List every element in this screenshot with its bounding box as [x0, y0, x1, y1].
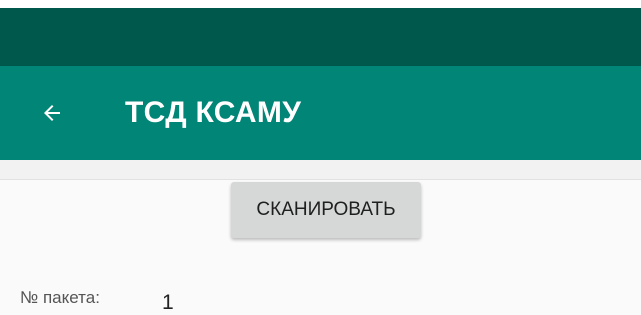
- app-title: ТСД КСАМУ: [125, 96, 302, 129]
- back-button[interactable]: [24, 88, 80, 138]
- package-number-value: 1: [162, 291, 174, 314]
- header-divider: [0, 160, 641, 180]
- main-content: СКАНИРОВАТЬ № пакета: 1: [0, 160, 641, 315]
- scan-button[interactable]: СКАНИРОВАТЬ: [231, 182, 421, 238]
- app-bar: ТСД КСАМУ: [0, 66, 641, 160]
- package-number-label: № пакета:: [20, 288, 100, 307]
- status-bar: [0, 8, 641, 66]
- arrow-back-icon: [40, 101, 64, 125]
- top-border: [0, 0, 641, 8]
